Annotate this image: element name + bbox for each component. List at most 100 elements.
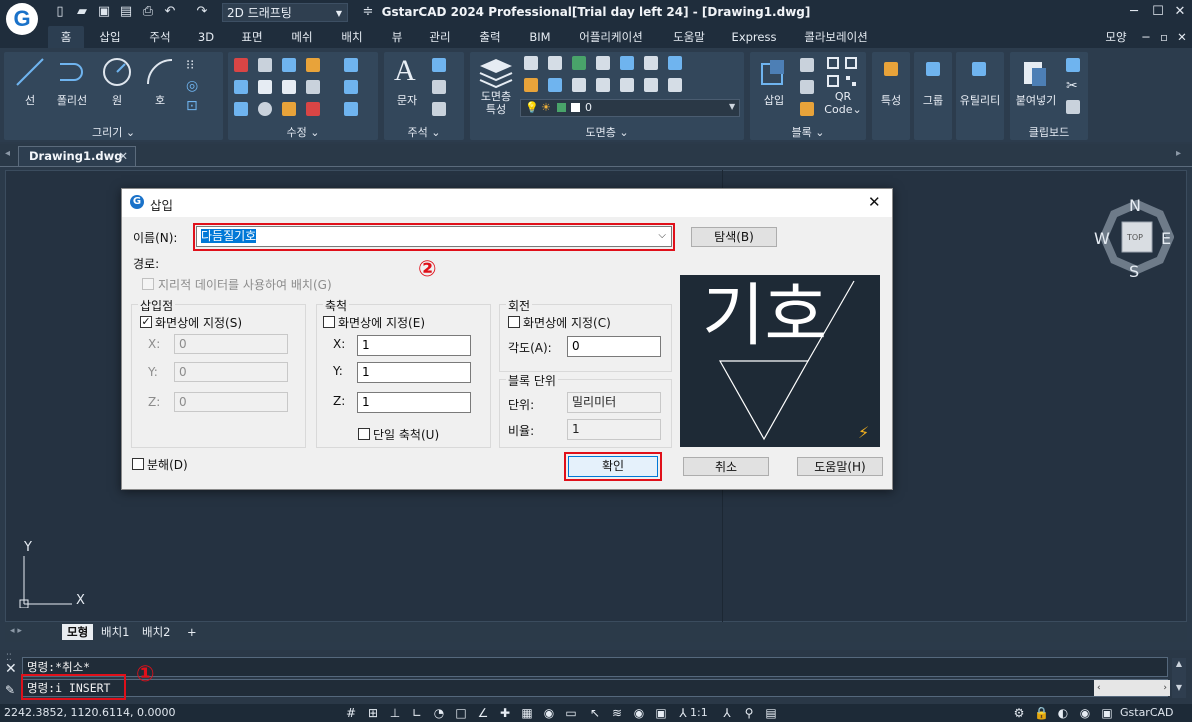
angle-field[interactable]: 0 (567, 336, 661, 357)
align-icon[interactable] (344, 58, 358, 72)
copy-clip-icon[interactable] (1066, 58, 1080, 72)
infer-icon[interactable]: ⊥ (388, 706, 402, 720)
redo-icon[interactable]: ↷ (194, 4, 210, 20)
scale-specify-checkbox[interactable] (323, 316, 335, 328)
tab-layout[interactable]: 배치 (334, 26, 370, 48)
ellipse-icon[interactable]: ◎ (186, 78, 198, 94)
scale-icon[interactable] (282, 80, 296, 94)
undo-icon[interactable]: ↶ (162, 4, 178, 20)
modify-panel-label[interactable]: 수정 ⌄ (228, 124, 378, 139)
osnap-icon[interactable]: □ (454, 706, 468, 720)
arc-button-label[interactable]: 호 (146, 92, 174, 108)
hardware-accel-icon[interactable]: ◐ (1056, 706, 1070, 720)
geo-data-checkbox[interactable] (142, 278, 154, 290)
block-panel-label[interactable]: 블록 ⌄ (750, 124, 866, 139)
transparency-icon[interactable]: ◉ (542, 706, 556, 720)
tab-layout2[interactable]: 배치2 (137, 624, 175, 640)
trim-icon[interactable] (306, 80, 320, 94)
copy-icon[interactable] (258, 58, 272, 72)
doc-close-button[interactable]: ✕ (1174, 26, 1190, 48)
leader-icon[interactable] (432, 80, 446, 94)
layer-iso-icon[interactable]: ≋ (610, 706, 624, 720)
doc-minimize-button[interactable]: ─ (1138, 26, 1154, 48)
app-logo-icon[interactable]: G (6, 3, 38, 35)
polyline-button-label[interactable]: 폴리선 (50, 92, 94, 108)
layer-tool-12-icon[interactable] (620, 78, 634, 92)
layer-tool-2-icon[interactable] (548, 56, 562, 70)
new-file-icon[interactable]: ▯ (52, 4, 68, 20)
command-hscroll[interactable]: ‹ › (1094, 680, 1170, 696)
tab-collaboration[interactable]: 콜라보레이션 (796, 26, 876, 48)
insert-block-icon[interactable] (758, 58, 788, 88)
viewport-icon[interactable]: ◉ (632, 706, 646, 720)
model-space-icon[interactable]: ▣ (654, 706, 668, 720)
move-icon[interactable] (234, 80, 248, 94)
dyn-icon[interactable]: ✚ (498, 706, 512, 720)
tab-manage[interactable]: 관리 (422, 26, 458, 48)
text-icon[interactable]: A (394, 54, 416, 88)
explode-checkbox[interactable] (132, 458, 144, 470)
clip-copy-icon[interactable] (1066, 100, 1080, 114)
layer-tool-9-icon[interactable] (548, 78, 562, 92)
properties-button-label[interactable]: 특성 (872, 92, 910, 108)
compass-north[interactable]: N (1129, 196, 1141, 215)
match-properties-icon[interactable] (884, 62, 898, 76)
hatch-icon[interactable]: ⁝⁝ (186, 58, 194, 73)
annotation-scale-icon[interactable]: ⅄ (676, 706, 690, 720)
layer-tool-7-icon[interactable] (668, 56, 682, 70)
stretch-icon[interactable] (258, 80, 272, 94)
qr-code-icon[interactable] (826, 56, 858, 88)
compass-south[interactable]: S (1129, 262, 1139, 281)
lweight-icon[interactable]: ▦ (520, 706, 534, 720)
print-icon[interactable]: ⎙ (140, 4, 156, 20)
workspace-select[interactable]: 2D 드래프팅 ▼ (222, 3, 348, 22)
polyline-icon[interactable] (56, 56, 88, 88)
tab-help[interactable]: 도움말 (666, 26, 712, 48)
annotation-panel-label[interactable]: 주석 ⌄ (384, 124, 464, 139)
tab-mesh[interactable]: 메쉬 (284, 26, 320, 48)
fullscreen-icon[interactable]: ▣ (1100, 706, 1114, 720)
tab-home[interactable]: 홈 (48, 26, 84, 48)
isolate-icon[interactable]: ◉ (1078, 706, 1092, 720)
ortho-icon[interactable]: ∟ (410, 706, 424, 720)
close-button[interactable]: ✕ (1170, 3, 1190, 21)
boundary-icon[interactable]: ⊡ (186, 98, 198, 114)
layer-tool-1-icon[interactable] (524, 56, 538, 70)
ok-button[interactable]: 확인 (568, 456, 658, 477)
layer-tool-6-icon[interactable] (644, 56, 658, 70)
scale-y-field[interactable]: 1 (357, 362, 471, 383)
auto-scale-icon[interactable]: ⚲ (742, 706, 756, 720)
tab-model[interactable]: 모형 (62, 624, 94, 640)
appearance-menu[interactable]: 모양 (1098, 26, 1134, 48)
add-layout-button[interactable]: + (182, 624, 202, 640)
tab-applications[interactable]: 어플리케이션 (572, 26, 650, 48)
mirror-icon[interactable] (282, 58, 296, 72)
scroll-left-icon[interactable]: ◂ (5, 148, 10, 159)
line-icon[interactable] (14, 56, 46, 88)
quick-access-menu-icon[interactable]: ≑ (360, 4, 376, 20)
utility-button-label[interactable]: 유틸리티 (954, 92, 1006, 108)
explode-icon[interactable] (234, 102, 248, 116)
tab-output[interactable]: 출력 (472, 26, 508, 48)
polar-icon[interactable]: ◔ (432, 706, 446, 720)
snap-icon[interactable]: ⊞ (366, 706, 380, 720)
select-filter-icon[interactable]: ↖ (588, 706, 602, 720)
close-command-icon[interactable]: ✕ (5, 661, 17, 677)
join-icon[interactable] (344, 102, 358, 116)
text-button-label[interactable]: 문자 (390, 92, 424, 108)
maximize-button[interactable]: ☐ (1148, 3, 1168, 21)
tab-annotate[interactable]: 주석 (142, 26, 178, 48)
doc-restore-button[interactable]: ▫ (1156, 26, 1172, 48)
layers-panel-label[interactable]: 도면층 ⌄ (470, 124, 744, 139)
scroll-right-icon[interactable]: ▸ (1176, 148, 1181, 159)
fillet-icon[interactable] (306, 58, 320, 72)
command-scrollbar[interactable]: ▲ ▼ (1172, 658, 1186, 698)
dimension-icon[interactable] (432, 102, 446, 116)
rotation-specify-checkbox[interactable] (508, 316, 520, 328)
block-attribute-icon[interactable] (800, 102, 814, 116)
paste-icon[interactable] (1020, 58, 1050, 88)
document-tab[interactable]: Drawing1.dwg ✕ (18, 146, 136, 166)
insertion-x-field[interactable]: 0 (174, 334, 288, 354)
draw-panel-label[interactable]: 그리기 ⌄ (4, 124, 223, 139)
uniform-scale-checkbox[interactable] (358, 428, 370, 440)
